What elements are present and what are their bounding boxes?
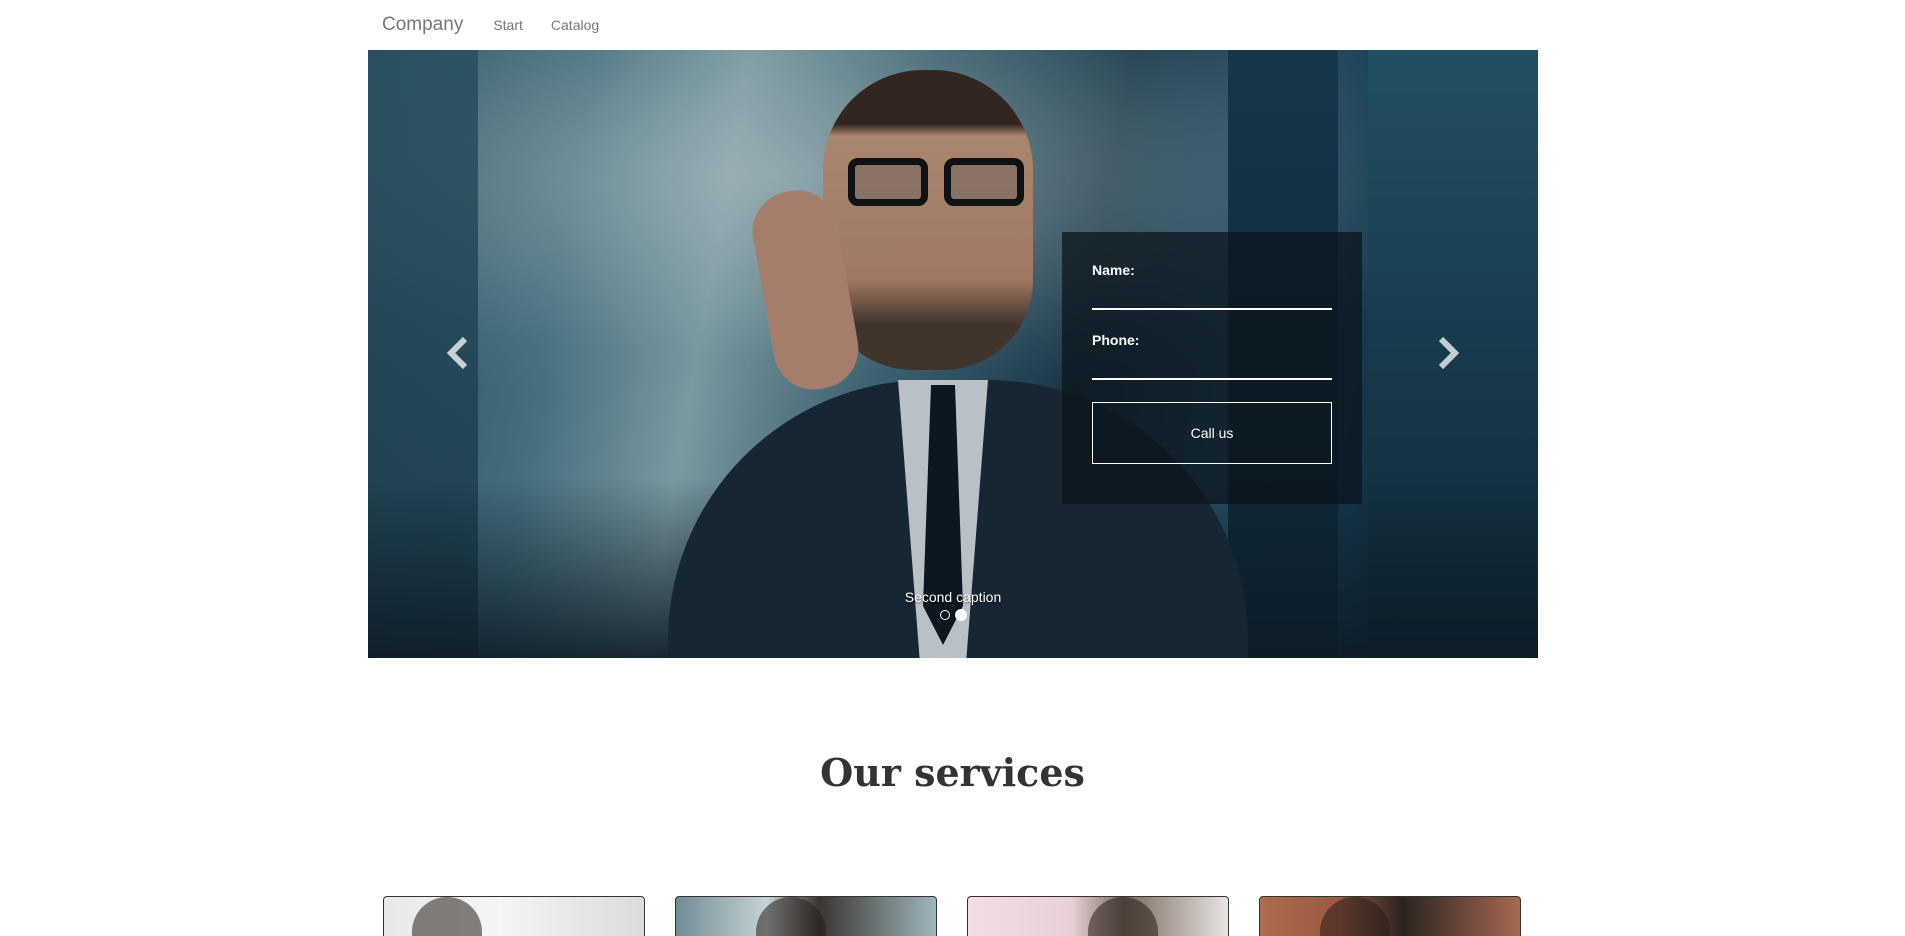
service-card[interactable] xyxy=(1259,896,1521,936)
service-card-image xyxy=(1088,897,1158,936)
service-card[interactable] xyxy=(383,896,645,936)
navbar: Company Start Catalog xyxy=(368,0,1538,50)
service-card[interactable] xyxy=(967,896,1229,936)
nav-link-start[interactable]: Start xyxy=(493,17,523,33)
phone-field-group: Phone: xyxy=(1092,332,1332,380)
name-label: Name: xyxy=(1092,262,1135,278)
services-cards xyxy=(383,896,1523,936)
navbar-brand[interactable]: Company xyxy=(382,14,463,36)
hero-carousel: Name: Phone: Call us Second caption xyxy=(368,50,1538,658)
carousel-indicators xyxy=(368,609,1538,621)
name-field-group: Name: xyxy=(1092,262,1332,310)
services-title: Our services xyxy=(820,750,1085,795)
service-card-image xyxy=(756,897,826,936)
phone-input[interactable] xyxy=(1092,358,1332,380)
phone-label: Phone: xyxy=(1092,332,1140,348)
callback-form: Name: Phone: Call us xyxy=(1062,232,1362,504)
chevron-right-icon xyxy=(1438,336,1460,370)
service-card-image xyxy=(1320,897,1390,936)
chevron-left-icon xyxy=(446,336,468,370)
carousel-indicator-1[interactable] xyxy=(939,610,950,620)
call-us-button[interactable]: Call us xyxy=(1092,402,1332,464)
carousel-prev-button[interactable] xyxy=(438,328,478,378)
service-card-image xyxy=(412,897,482,936)
nav-link-catalog[interactable]: Catalog xyxy=(551,17,599,33)
service-card[interactable] xyxy=(675,896,937,936)
name-input[interactable] xyxy=(1092,288,1332,310)
slide-overlay xyxy=(368,50,1538,658)
carousel-next-button[interactable] xyxy=(1428,328,1468,378)
carousel-indicator-2[interactable] xyxy=(954,609,967,621)
carousel-caption: Second caption xyxy=(904,589,1002,605)
